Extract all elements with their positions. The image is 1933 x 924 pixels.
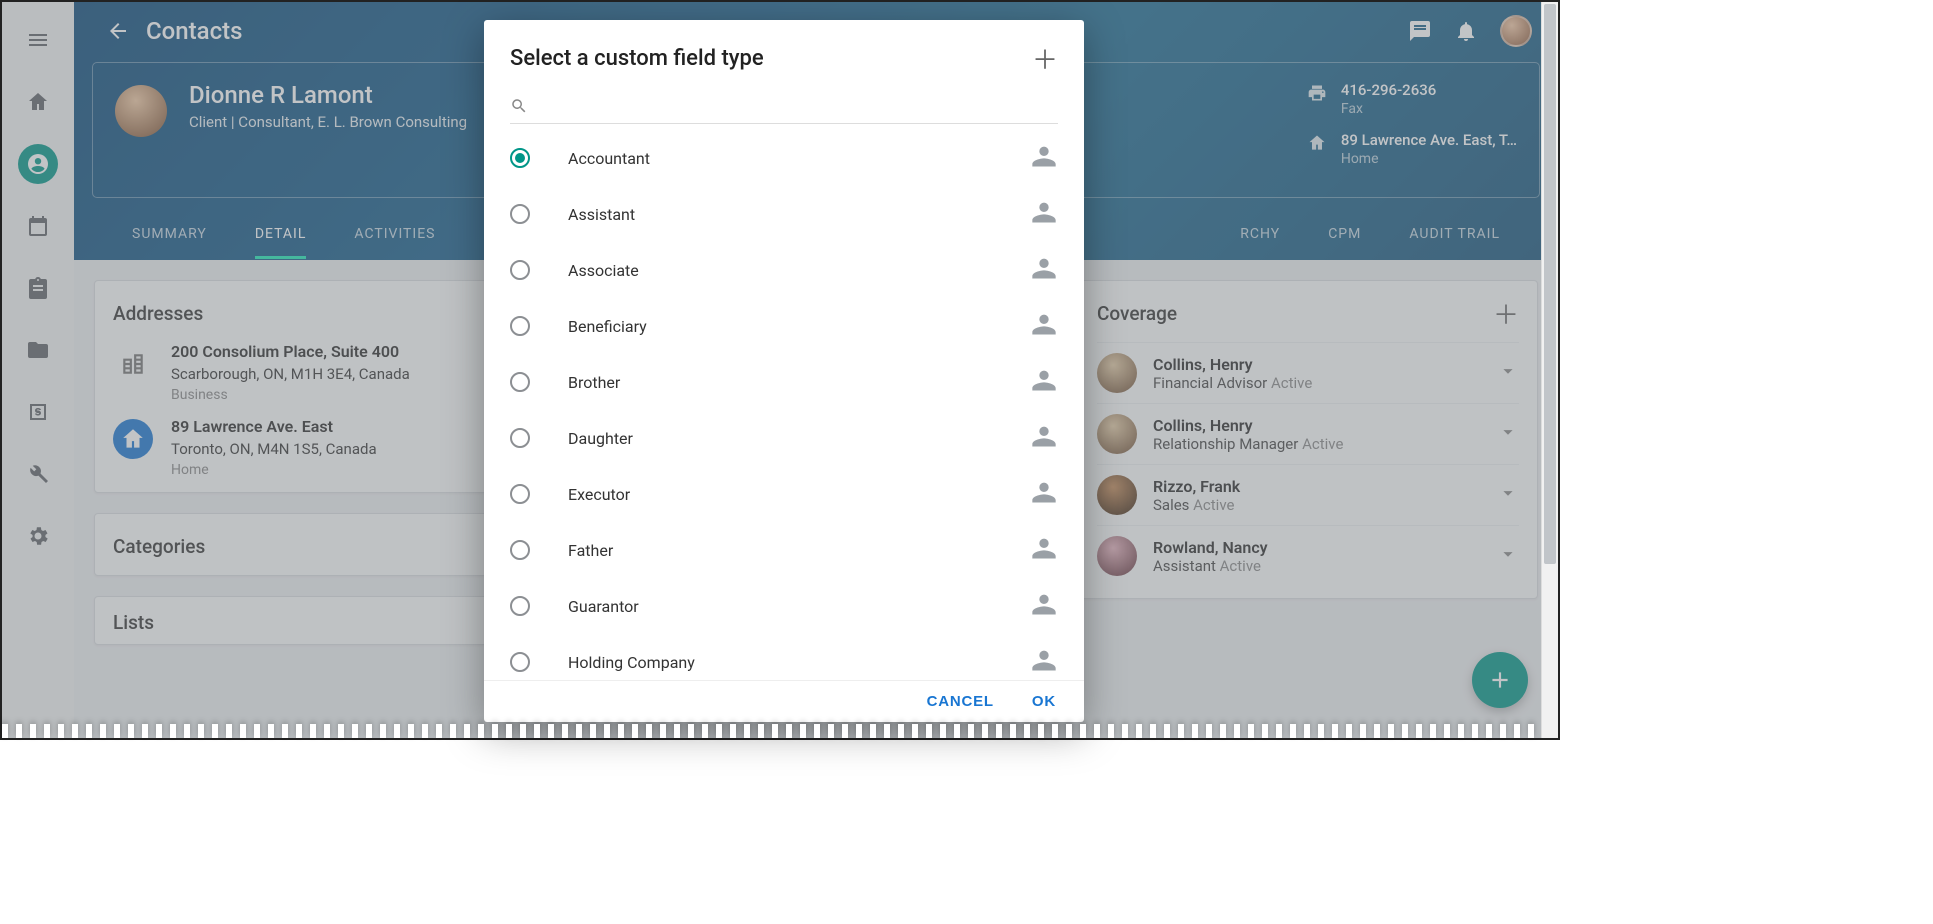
option-label: Associate (568, 261, 1030, 280)
radio-unselected[interactable] (510, 316, 530, 336)
radio-unselected[interactable] (510, 596, 530, 616)
window-scrollbar[interactable] (1541, 2, 1558, 738)
radio-unselected[interactable] (510, 204, 530, 224)
radio-unselected[interactable] (510, 428, 530, 448)
person-icon (1030, 310, 1058, 342)
option-row[interactable]: Holding Company (484, 634, 1084, 680)
option-row[interactable]: Associate (484, 242, 1084, 298)
radio-unselected[interactable] (510, 540, 530, 560)
option-label: Daughter (568, 429, 1030, 448)
dialog-search-input[interactable] (536, 98, 1058, 115)
person-icon (1030, 198, 1058, 230)
option-label: Executor (568, 485, 1030, 504)
search-icon (510, 97, 528, 115)
torn-edge (2, 724, 1541, 738)
option-label: Assistant (568, 205, 1030, 224)
dialog-add[interactable]: ＋ (1032, 40, 1058, 77)
cancel-button[interactable]: CANCEL (927, 693, 994, 710)
option-row[interactable]: Guarantor (484, 578, 1084, 634)
person-icon (1030, 366, 1058, 398)
person-icon (1030, 590, 1058, 622)
ok-button[interactable]: OK (1032, 693, 1056, 710)
option-row[interactable]: Assistant (484, 186, 1084, 242)
option-label: Accountant (568, 149, 1030, 168)
radio-unselected[interactable] (510, 652, 530, 672)
dialog-search[interactable] (510, 93, 1058, 124)
option-row[interactable]: Daughter (484, 410, 1084, 466)
person-icon (1030, 646, 1058, 678)
option-row[interactable]: Accountant (484, 130, 1084, 186)
option-label: Beneficiary (568, 317, 1030, 336)
radio-unselected[interactable] (510, 484, 530, 504)
person-icon (1030, 422, 1058, 454)
option-label: Brother (568, 373, 1030, 392)
option-label: Father (568, 541, 1030, 560)
option-row[interactable]: Beneficiary (484, 298, 1084, 354)
person-icon (1030, 534, 1058, 566)
dialog-title: Select a custom field type (510, 46, 764, 71)
radio-selected[interactable] (510, 148, 530, 168)
person-icon (1030, 254, 1058, 286)
option-label: Guarantor (568, 597, 1030, 616)
option-label: Holding Company (568, 653, 1030, 672)
dialog-options[interactable]: Accountant Assistant Associate Beneficiary B… (484, 124, 1084, 680)
option-row[interactable]: Brother (484, 354, 1084, 410)
option-row[interactable]: Father (484, 522, 1084, 578)
option-row[interactable]: Executor (484, 466, 1084, 522)
radio-unselected[interactable] (510, 372, 530, 392)
person-icon (1030, 142, 1058, 174)
person-icon (1030, 478, 1058, 510)
custom-field-dialog: Select a custom field type ＋ AccountantA… (484, 20, 1084, 722)
radio-unselected[interactable] (510, 260, 530, 280)
scrollbar-thumb[interactable] (1544, 4, 1556, 564)
